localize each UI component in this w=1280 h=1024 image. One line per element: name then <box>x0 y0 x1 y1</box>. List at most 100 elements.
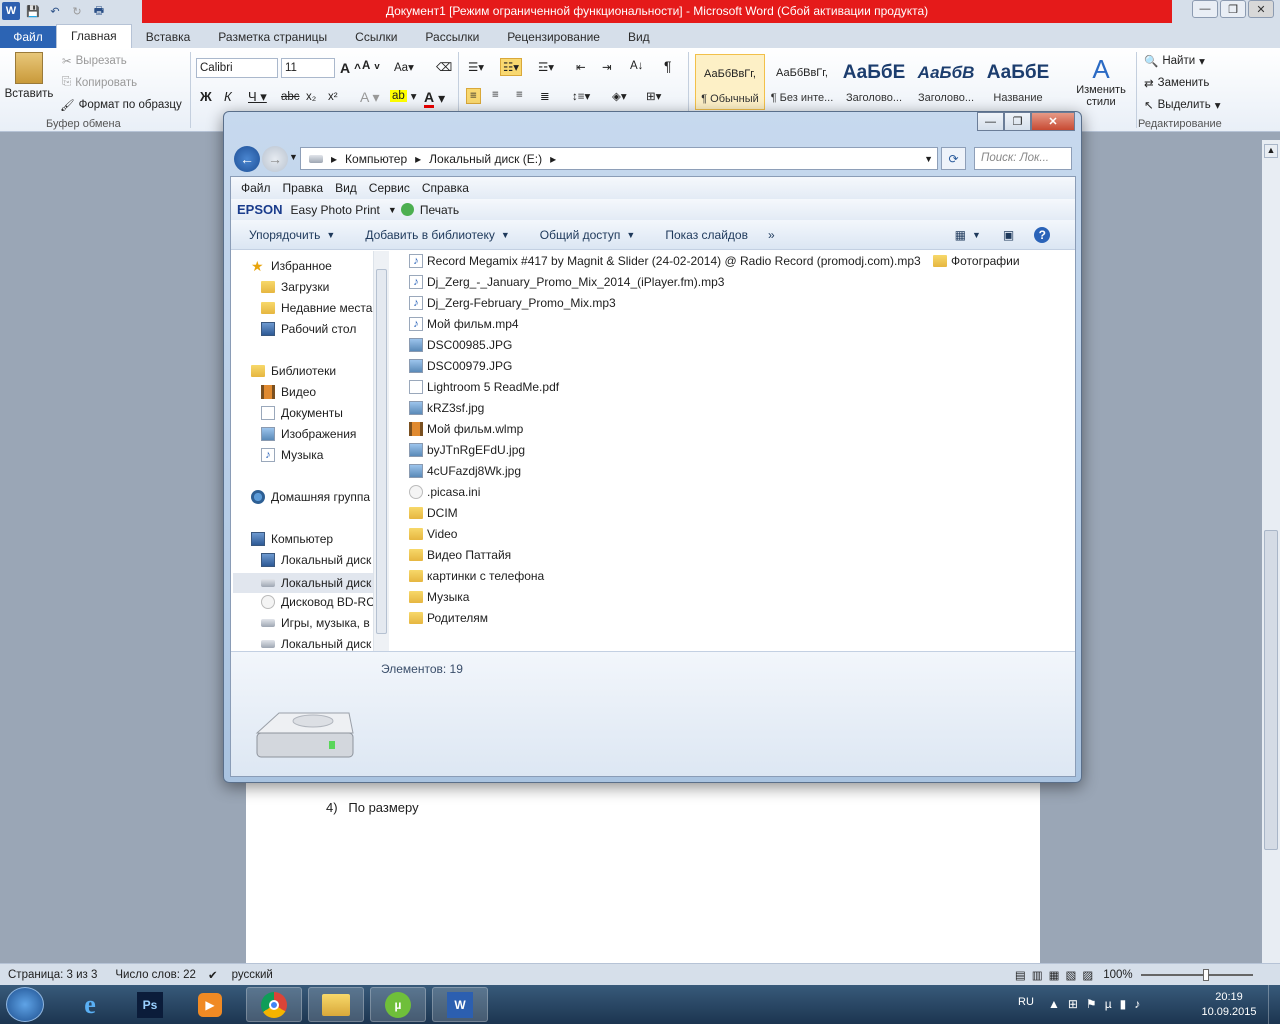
clock[interactable]: 20:19 10.09.2015 <box>1196 985 1262 1024</box>
help-icon[interactable]: ? <box>1034 226 1051 243</box>
more-commands-icon[interactable]: » <box>768 228 775 242</box>
nav-libraries[interactable]: Библиотеки <box>251 364 336 378</box>
borders-button[interactable]: ⊞▾ <box>646 89 661 103</box>
nav-scroll-thumb[interactable] <box>376 269 387 634</box>
align-left-button[interactable]: ≡ <box>466 88 481 104</box>
shrink-font-button[interactable]: Av <box>362 60 380 72</box>
strikethrough-button[interactable]: abc <box>281 91 300 103</box>
tab-view[interactable]: Вид <box>614 26 664 48</box>
address-dropdown-icon[interactable]: ▼ <box>924 154 933 164</box>
tab-page-layout[interactable]: Разметка страницы <box>204 26 341 48</box>
slideshow-button[interactable]: Показ слайдов <box>665 228 748 242</box>
undo-icon[interactable]: ↶ <box>46 2 64 20</box>
tab-file[interactable]: Файл <box>0 26 56 48</box>
language-indicator[interactable]: RU <box>1018 985 1034 1024</box>
font-color-button[interactable]: A ▾ <box>424 89 445 108</box>
decrease-indent-button[interactable]: ⇤ <box>576 60 586 74</box>
replace-button[interactable]: ⇄ Заменить <box>1144 76 1209 90</box>
epson-print-button[interactable]: Печать <box>420 203 459 217</box>
tab-mailings[interactable]: Рассылки <box>411 26 493 48</box>
copy-button[interactable]: ⎘ Копировать <box>62 76 137 89</box>
epson-dropdown-icon[interactable]: ▼ <box>388 205 397 215</box>
multilevel-list-button[interactable]: ☲▾ <box>538 60 554 74</box>
style-heading-1[interactable]: АаБбЕ Заголово... <box>839 54 909 110</box>
nav-downloads[interactable]: Загрузки <box>261 280 329 294</box>
chrome-icon[interactable] <box>246 987 302 1022</box>
numbering-button[interactable]: ☷▾ <box>500 58 523 76</box>
file-item[interactable]: .picasa.ini <box>409 485 480 499</box>
file-item[interactable]: ♪ Мой фильм.mp4 <box>409 317 519 331</box>
file-item[interactable]: ♪ Dj_Zerg-February_Promo_Mix.mp3 <box>409 296 616 310</box>
show-marks-button[interactable]: ¶ <box>664 58 672 74</box>
photoshop-icon[interactable]: Ps <box>122 987 178 1022</box>
tray-icons[interactable]: ▲⊞⚑µ▮♪ <box>1048 985 1148 1024</box>
file-item[interactable]: 4cUFazdj8Wk.jpg <box>409 464 521 478</box>
nav-desktop[interactable]: Рабочий стол <box>261 322 356 336</box>
organize-button[interactable]: Упорядочить ▼ <box>249 228 335 242</box>
menu-tools[interactable]: Сервис <box>369 181 410 195</box>
font-name-combo[interactable]: Calibri <box>196 58 278 78</box>
share-button[interactable]: Общий доступ ▼ <box>540 228 636 242</box>
change-case-button[interactable]: Aa▾ <box>394 60 414 74</box>
format-painter-button[interactable]: 🖌 Формат по образцу <box>60 98 182 112</box>
sort-button[interactable]: A↓ <box>630 60 643 72</box>
word-count[interactable]: Число слов: 22 <box>115 969 196 981</box>
file-item[interactable]: ♪ Record Megamix #417 by Magnit & Slider … <box>409 254 921 268</box>
nav-music[interactable]: ♪ Музыка <box>261 448 323 462</box>
file-item[interactable]: DSC00985.JPG <box>409 338 512 352</box>
scroll-up-icon[interactable]: ▲ <box>1264 144 1278 158</box>
nav-bd-drive[interactable]: Дисковод BD-RC <box>261 595 373 609</box>
menu-file[interactable]: Файл <box>241 181 271 195</box>
bullets-button[interactable]: ☰▾ <box>468 60 484 74</box>
menu-help[interactable]: Справка <box>422 181 469 195</box>
italic-button[interactable]: К <box>224 89 232 104</box>
address-bar[interactable]: ▸ Компьютер ▸ Локальный диск (E:) ▸ ▼ <box>300 147 938 170</box>
show-desktop-button[interactable] <box>1268 985 1280 1024</box>
close-icon[interactable]: ✕ <box>1248 0 1274 18</box>
subscript-button[interactable]: x₂ <box>306 91 316 103</box>
file-item[interactable]: Мой фильм.wlmp <box>409 422 523 436</box>
explorer-taskbar-icon[interactable] <box>308 987 364 1022</box>
clear-format-button[interactable]: ⌫ <box>436 60 452 74</box>
shading-button[interactable]: ◈▾ <box>612 89 627 103</box>
grow-font-button[interactable]: A ^ <box>340 60 361 76</box>
maximize-icon[interactable]: ❐ <box>1004 112 1031 131</box>
file-item[interactable]: Родителям <box>409 611 488 625</box>
menu-edit[interactable]: Правка <box>283 181 324 195</box>
nav-local-disk-c[interactable]: Локальный диск <box>261 553 371 567</box>
file-item[interactable]: DCIM <box>409 506 458 520</box>
file-item[interactable]: Video <box>409 527 457 541</box>
nav-documents[interactable]: Документы <box>261 406 343 420</box>
restore-icon[interactable]: ❐ <box>1220 0 1246 18</box>
print-icon[interactable]: 🖶 <box>90 2 108 20</box>
refresh-icon[interactable]: ⟳ <box>941 147 966 170</box>
style-normal[interactable]: АаБбВвГг, ¶ Обычный <box>695 54 765 110</box>
nav-pictures[interactable]: Изображения <box>261 427 356 441</box>
media-player-icon[interactable]: ▶ <box>182 987 238 1022</box>
tab-home[interactable]: Главная <box>56 24 132 48</box>
breadcrumb-drive[interactable]: Локальный диск (E:) <box>429 152 542 166</box>
file-item[interactable]: картинки с телефона <box>409 569 544 583</box>
style-no-spacing[interactable]: АаБбВвГг, ¶ Без инте... <box>767 54 837 110</box>
align-right-button[interactable]: ≡ <box>516 89 523 101</box>
nav-videos[interactable]: Видео <box>261 385 316 399</box>
nav-homegroup[interactable]: Домашняя группа <box>251 490 370 504</box>
bold-button[interactable]: Ж <box>200 89 212 104</box>
minimize-icon[interactable]: — <box>977 112 1004 131</box>
word-logo-icon[interactable]: W <box>2 2 20 20</box>
search-input[interactable]: Поиск: Лок... <box>974 147 1072 170</box>
file-item[interactable]: kRZ3sf.jpg <box>409 401 484 415</box>
word-taskbar-icon[interactable]: W <box>432 987 488 1022</box>
nav-scrollbar[interactable] <box>373 251 389 651</box>
style-title[interactable]: АаБбЕ Название <box>983 54 1053 110</box>
select-button[interactable]: ↖ Выделить ▾ <box>1144 98 1220 112</box>
nav-favorites[interactable]: ★ Избранное <box>251 259 332 273</box>
nav-games-drive[interactable]: Игры, музыка, в <box>261 616 370 630</box>
nav-local-disk-e[interactable]: Локальный диск <box>233 573 373 593</box>
file-item[interactable]: Музыка <box>409 590 469 604</box>
font-size-combo[interactable]: 11 <box>281 58 335 78</box>
zoom-level[interactable]: 100% <box>1103 969 1132 981</box>
save-icon[interactable]: 💾 <box>24 2 42 20</box>
tab-review[interactable]: Рецензирование <box>493 26 614 48</box>
change-styles-button[interactable]: A Изменить стили <box>1070 54 1132 108</box>
